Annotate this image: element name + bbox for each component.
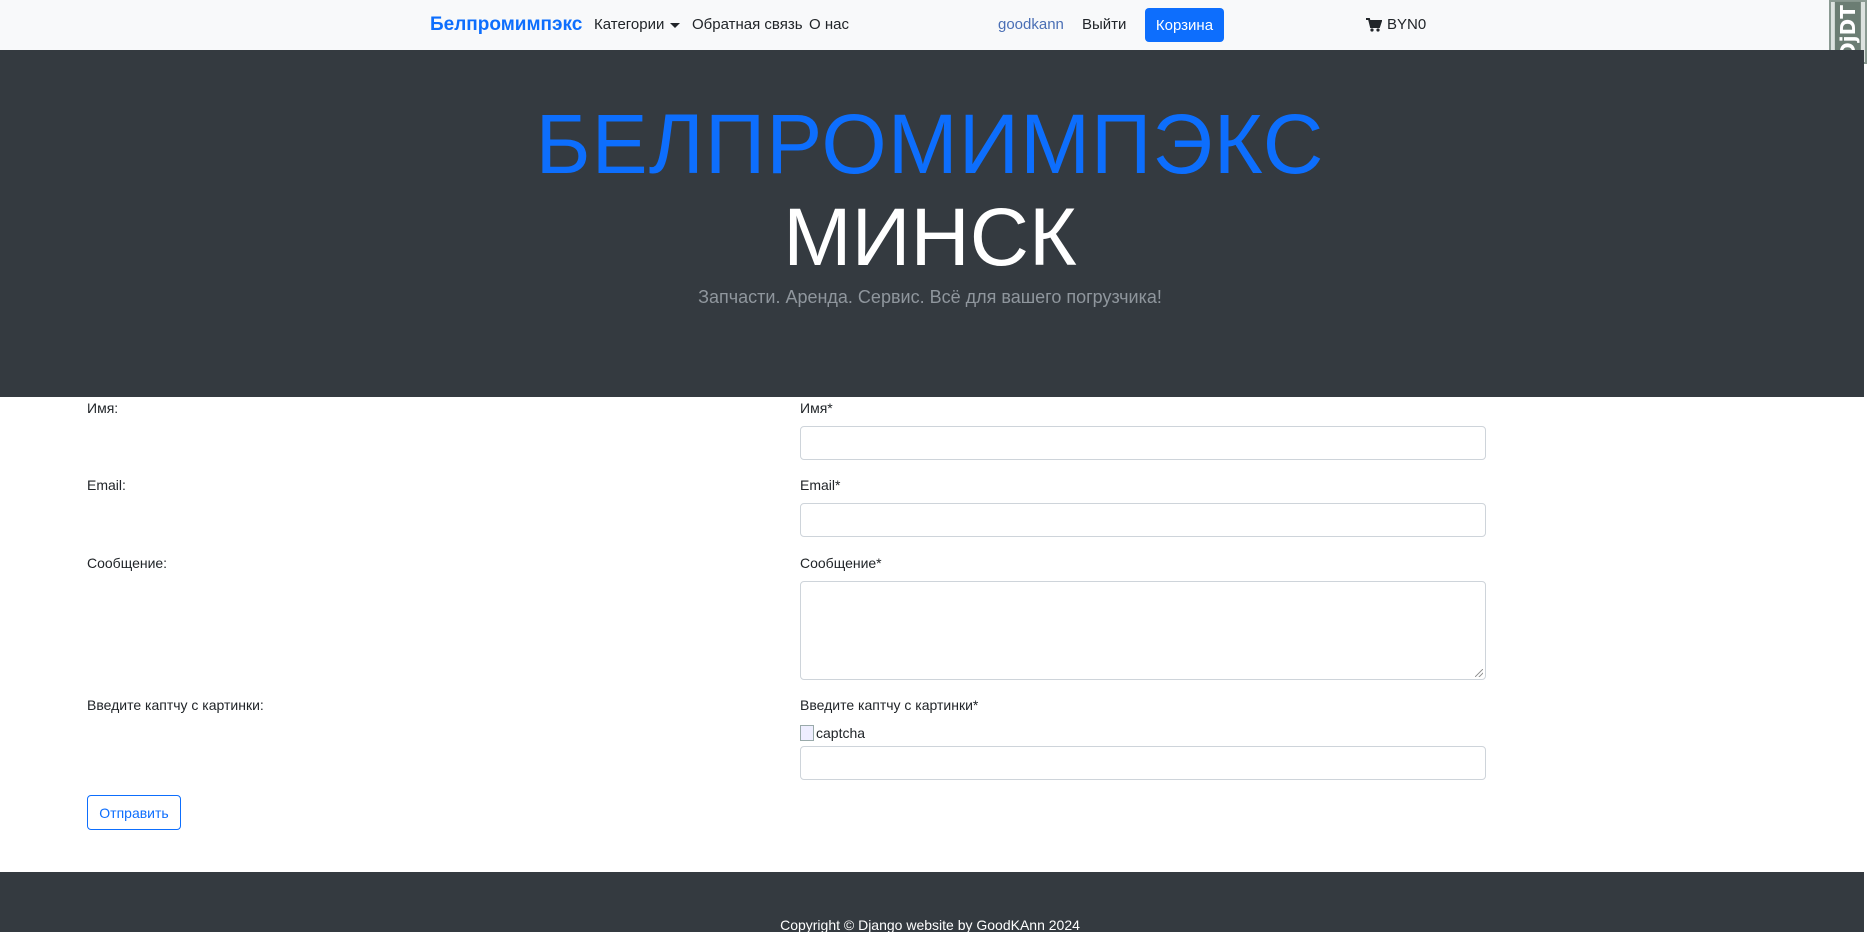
resize-handle-icon[interactable]	[1475, 669, 1483, 677]
name-label: Имя*	[800, 400, 833, 416]
captcha-image: captcha	[800, 725, 865, 741]
nav-item-feedback[interactable]: Обратная связь	[692, 16, 803, 33]
nav-item-categories[interactable]: Категории	[594, 16, 681, 33]
brand-link[interactable]: Белпромимпэкс	[430, 14, 582, 36]
hero-subtitle: Запчасти. Аренда. Сервис. Всё для вашего…	[698, 287, 1162, 307]
footer: Copyright © Django website by GoodKAnn 2…	[0, 872, 1864, 932]
cart-total-value: BYN0	[1387, 16, 1427, 33]
message-textarea[interactable]	[800, 581, 1486, 680]
chevron-down-icon	[670, 22, 681, 28]
captcha-alt-text: captcha	[816, 725, 866, 741]
user-profile-link[interactable]: goodkann	[998, 16, 1064, 33]
captcha-label-left: Введите каптчу с картинки:	[87, 697, 264, 713]
broken-image-icon	[800, 725, 814, 741]
email-label: Email*	[800, 477, 841, 493]
nav-item-about[interactable]: О нас	[809, 16, 849, 33]
footer-copyright: Copyright © Django website by GoodKAnn 2…	[780, 917, 1080, 932]
shopping-cart-icon	[1366, 17, 1382, 32]
message-label-left: Сообщение:	[87, 555, 168, 571]
name-input[interactable]	[800, 426, 1486, 460]
nav-item-categories-label: Категории	[594, 16, 665, 33]
email-label-left: Email:	[87, 477, 126, 493]
hero-title: БЕЛПРОМИМПЭКС	[535, 97, 1325, 191]
hero-banner: БЕЛПРОМИМПЭКС МИНСК Запчасти. Аренда. Се…	[0, 50, 1864, 397]
logout-link[interactable]: Выйти	[1082, 16, 1126, 33]
cart-total-link[interactable]: BYN0	[1366, 16, 1426, 33]
name-label-left: Имя:	[87, 400, 119, 416]
cart-button[interactable]: Корзина	[1145, 8, 1224, 42]
captcha-label: Введите каптчу с картинки*	[800, 697, 979, 713]
message-label: Сообщение*	[800, 555, 882, 571]
email-input[interactable]	[800, 503, 1486, 537]
hero-city: МИНСК	[783, 192, 1077, 283]
captcha-input[interactable]	[800, 746, 1486, 780]
submit-button[interactable]: Отправить	[87, 795, 181, 830]
navbar: Белпромимпэкс Категории Обратная связь О…	[0, 0, 1867, 64]
